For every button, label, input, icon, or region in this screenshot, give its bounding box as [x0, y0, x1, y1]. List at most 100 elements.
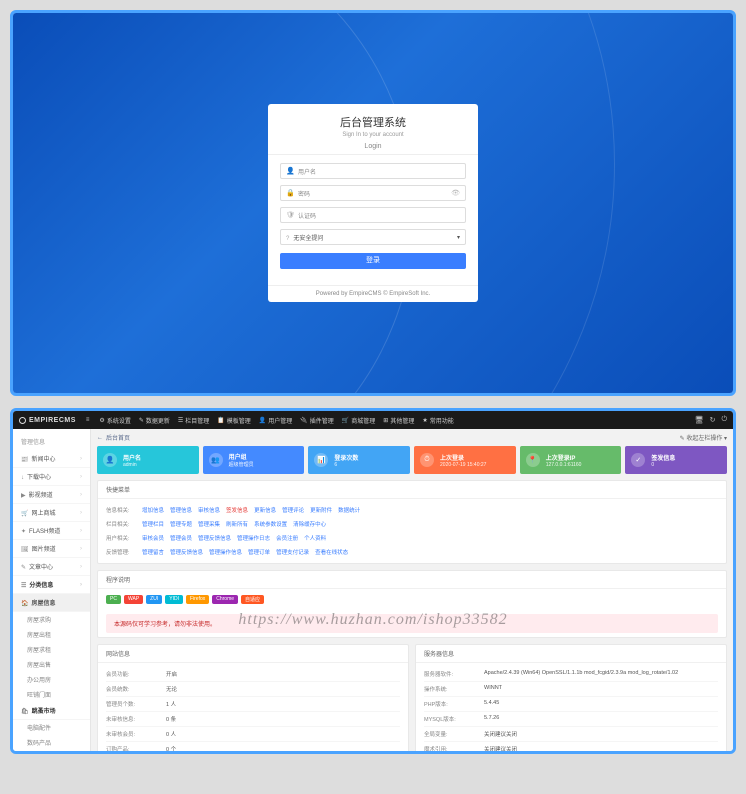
- env-tag: Firefox: [186, 595, 209, 604]
- stat-card[interactable]: 👤用户名admin: [97, 446, 199, 474]
- login-footer: Powered by EmpireCMS © EmpireSoft Inc.: [268, 285, 478, 302]
- quick-link[interactable]: 数据统计: [338, 506, 360, 514]
- env-panel: 程序说明 PCWAPZUIYIDIFirefoxChrome自适应 本源码仅可学…: [97, 570, 727, 638]
- sidebar-item[interactable]: ✦FLASH频道›: [13, 522, 90, 540]
- sidebar-item[interactable]: ↓下载中心›: [13, 468, 90, 486]
- sidebar-icon: 🛍: [21, 709, 29, 715]
- nav-item[interactable]: ✎数据更新: [139, 416, 170, 425]
- security-question-select[interactable]: ?无安全提问 ▾: [280, 229, 466, 245]
- login-button[interactable]: 登录: [280, 253, 466, 269]
- stat-card[interactable]: ⏱上次登录2020-07-19 15:40:27: [414, 446, 516, 474]
- stat-card[interactable]: ✓签发信息0: [625, 446, 727, 474]
- quick-link[interactable]: 管理评论: [282, 506, 304, 514]
- quick-link[interactable]: 签发信息: [226, 506, 248, 514]
- lock-icon: 🔒: [286, 189, 294, 197]
- quick-link[interactable]: 会员注册: [276, 534, 298, 542]
- alert-banner: 本源码仅可学习参考，请勿非法使用。: [106, 614, 718, 633]
- sidebar-icon: 🛒: [21, 511, 28, 517]
- nav-item[interactable]: 📋模板管理: [217, 416, 251, 425]
- nav-item[interactable]: ☰栏目管理: [178, 416, 209, 425]
- back-icon: ←: [97, 435, 103, 441]
- info-row: 管理员个数:1 人: [106, 697, 400, 712]
- menu-toggle-icon[interactable]: ≡: [86, 417, 90, 423]
- sidebar-icon: 📰: [21, 457, 28, 463]
- quick-link[interactable]: 管理反馈信息: [170, 548, 203, 556]
- quick-link[interactable]: 查看在线状态: [315, 548, 348, 556]
- quick-link[interactable]: 增加信息: [142, 506, 164, 514]
- collapse-toggle[interactable]: ✎ 收起左栏操作 ▾: [680, 433, 727, 442]
- quick-link[interactable]: 管理操作日志: [237, 534, 270, 542]
- nav-icon: 🔌: [300, 417, 307, 424]
- sidebar-header: 管理信息: [13, 433, 90, 450]
- quick-link[interactable]: 管理支付记录: [276, 548, 309, 556]
- sidebar-item[interactable]: ☰分类信息›: [13, 576, 90, 594]
- nav-item[interactable]: ⚙系统设置: [99, 416, 130, 425]
- sidebar-subitem[interactable]: 房屋求租: [13, 642, 90, 657]
- desktop-icon[interactable]: 🖥: [695, 416, 704, 424]
- quick-link[interactable]: 更新附件: [310, 506, 332, 514]
- quick-link[interactable]: 管理留言: [142, 548, 164, 556]
- sidebar-icon: ↓: [21, 475, 24, 481]
- quick-link[interactable]: 清除缓存中心: [293, 520, 326, 528]
- captcha-input[interactable]: 🛡 认证码: [280, 207, 466, 223]
- env-tag: YIDI: [165, 595, 183, 604]
- sidebar-item[interactable]: 🛒网上商城›: [13, 504, 90, 522]
- refresh-icon[interactable]: ↻: [710, 416, 716, 424]
- stat-card[interactable]: 👥用户组超级管理员: [203, 446, 305, 474]
- quick-link[interactable]: 个人资料: [304, 534, 326, 542]
- sidebar-item[interactable]: 🏠房屋信息: [13, 594, 90, 612]
- quick-link[interactable]: 审核信息: [198, 506, 220, 514]
- sidebar-icon: 🖼: [21, 547, 29, 553]
- sidebar-item[interactable]: 📰新闻中心›: [13, 450, 90, 468]
- username-input[interactable]: 👤 用户名: [280, 163, 466, 179]
- nav-item[interactable]: 🛒商城管理: [342, 416, 376, 425]
- nav-item[interactable]: ★常用功能: [422, 416, 453, 425]
- quick-link[interactable]: 管理操作信息: [209, 548, 242, 556]
- chevron-right-icon: ›: [80, 510, 82, 516]
- password-input[interactable]: 🔒 密码 👁: [280, 185, 466, 201]
- sidebar-subitem[interactable]: 房屋求购: [13, 612, 90, 627]
- info-row: 会员统数:无论: [106, 682, 400, 697]
- quick-link[interactable]: 管理栏目: [142, 520, 164, 528]
- nav-item[interactable]: 👤用户管理: [259, 416, 293, 425]
- brand[interactable]: EMPIRECMS: [19, 417, 76, 424]
- login-screen: 后台管理系统 Sign In to your account Login 👤 用…: [13, 13, 733, 393]
- info-row: 未审核会员:0 人: [106, 727, 400, 742]
- sidebar-item[interactable]: ✎文章中心›: [13, 558, 90, 576]
- quick-link[interactable]: 管理订单: [248, 548, 270, 556]
- quick-link[interactable]: 管理专题: [170, 520, 192, 528]
- sidebar-subitem[interactable]: 电脑配件: [13, 720, 90, 735]
- eye-icon[interactable]: 👁: [451, 189, 460, 197]
- stat-card[interactable]: 📊登录次数6: [308, 446, 410, 474]
- nav-icon: ★: [422, 417, 427, 424]
- sidebar-subitem[interactable]: 数码产品: [13, 735, 90, 750]
- quick-link[interactable]: 刷新所有: [226, 520, 248, 528]
- sidebar-item[interactable]: 🛍跳蚤市场: [13, 702, 90, 720]
- nav-item[interactable]: 🔌插件管理: [300, 416, 334, 425]
- quick-link[interactable]: 更新信息: [254, 506, 276, 514]
- sidebar-subitem[interactable]: 旺铺门面: [13, 687, 90, 702]
- quick-link[interactable]: 管理会员: [170, 534, 192, 542]
- nav-icon: 🛒: [342, 417, 349, 424]
- sidebar-subitem[interactable]: 房屋出售: [13, 657, 90, 672]
- nav-icon: ✎: [139, 417, 144, 424]
- login-tab[interactable]: Login: [268, 140, 478, 155]
- sidebar-item[interactable]: 🖼图片频道›: [13, 540, 90, 558]
- stat-card[interactable]: 📍上次登录IP127.0.0.1:61160: [520, 446, 622, 474]
- env-tag: WAP: [124, 595, 143, 604]
- quick-link[interactable]: 管理采集: [198, 520, 220, 528]
- quick-link[interactable]: 系统参数设置: [254, 520, 287, 528]
- quick-link[interactable]: 管理反馈信息: [198, 534, 231, 542]
- card-icon: ⏱: [420, 453, 434, 467]
- sidebar-subitem[interactable]: 办公用房: [13, 672, 90, 687]
- nav-item[interactable]: ⊞其他管理: [383, 416, 414, 425]
- quick-row: 栏目相关:管理栏目管理专题管理采集刷新所有系统参数设置清除缓存中心: [106, 517, 718, 531]
- logout-icon[interactable]: ⏻: [721, 416, 727, 424]
- sidebar-subitem[interactable]: 通讯产品: [13, 750, 90, 751]
- quick-link[interactable]: 审核会员: [142, 534, 164, 542]
- quick-link[interactable]: 管理信息: [170, 506, 192, 514]
- info-row: 服务器软件:Apache/2.4.39 (Win64) OpenSSL/1.1.…: [424, 667, 718, 682]
- sidebar-subitem[interactable]: 房屋出租: [13, 627, 90, 642]
- sidebar-item[interactable]: ▶影视频道›: [13, 486, 90, 504]
- breadcrumb[interactable]: ← 后台首页: [97, 433, 130, 442]
